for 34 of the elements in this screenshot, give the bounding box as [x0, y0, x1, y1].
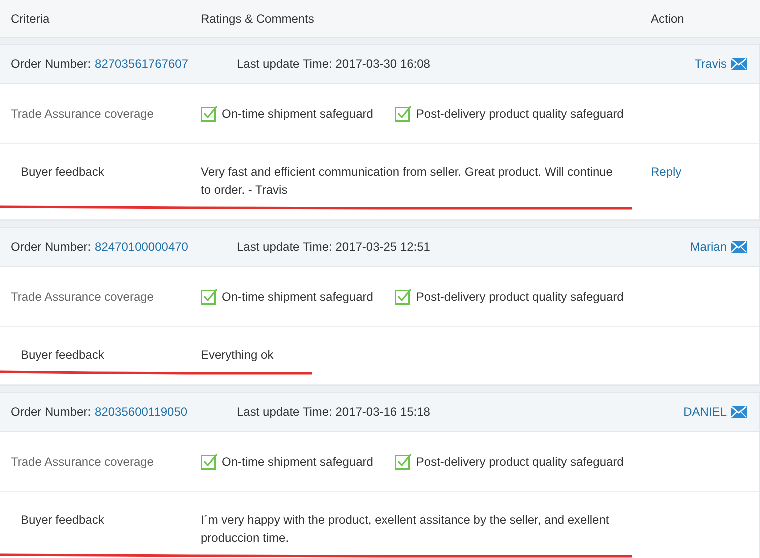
buyer-contact-link[interactable]: DANIEL: [684, 405, 747, 419]
criteria-label: Trade Assurance coverage: [10, 106, 155, 120]
envelope-icon: [731, 58, 747, 70]
order-label: Order Number:: [11, 57, 92, 71]
feedback-text: Everything ok: [201, 347, 275, 364]
update-time: Last update Time: 2017-03-30 16:08: [237, 57, 432, 71]
safeguard-label: Post-delivery product quality safeguard: [416, 290, 624, 304]
reply-link[interactable]: Reply: [651, 165, 682, 179]
order-label: Order Number:: [11, 405, 92, 419]
buyer-contact-link[interactable]: Marian: [690, 240, 747, 254]
envelope-icon: [731, 406, 747, 418]
criteria-label: Buyer feedback: [20, 513, 106, 529]
feedback-text: I´m very happy with the product, exellent assitance by the seller, and exellent produccion time.: [201, 512, 610, 547]
safeguard-label: Post-delivery product quality safeguard: [416, 106, 624, 120]
buyer-contact-link[interactable]: Travis: [694, 57, 747, 71]
order-number-link[interactable]: 82470100000470: [95, 240, 188, 254]
order-number-link[interactable]: 82035600119050: [95, 405, 188, 419]
column-header: Action: [651, 12, 684, 26]
criteria-label: Buyer feedback: [20, 165, 106, 181]
feedback-text: Very fast and efficient communication from seller. Great product. Will continue to order. - Travis: [201, 164, 614, 199]
order-label: Order Number:: [11, 240, 92, 254]
criteria-label: Buyer feedback: [20, 348, 106, 364]
criteria-label: Trade Assurance coverage: [10, 290, 155, 304]
column-header: Criteria: [10, 12, 51, 26]
update-time: Last update Time: 2017-03-25 12:51: [237, 240, 432, 254]
safeguard-label: On-time shipment safeguard: [222, 106, 374, 120]
update-time: Last update Time: 2017-03-16 15:18: [237, 405, 432, 419]
safeguard-label: Post-delivery product quality safeguard: [416, 454, 624, 468]
safeguard-label: On-time shipment safeguard: [222, 454, 374, 468]
column-header: Ratings & Comments: [201, 12, 316, 26]
envelope-icon: [731, 241, 747, 253]
order-number-link[interactable]: 82703561767607: [95, 57, 188, 71]
criteria-label: Trade Assurance coverage: [10, 454, 155, 468]
safeguard-label: On-time shipment safeguard: [222, 290, 374, 304]
